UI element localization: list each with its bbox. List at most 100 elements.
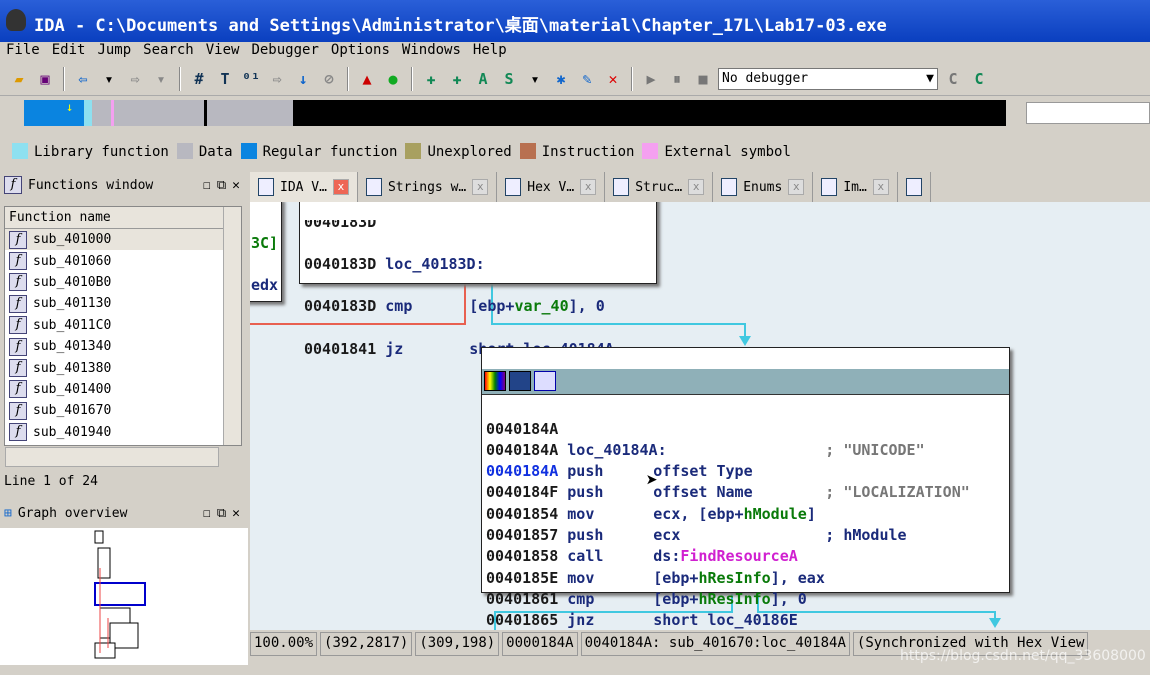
- edit-block-icon[interactable]: [509, 371, 531, 392]
- code-line[interactable]: 0040184A push offset Type: [486, 461, 1005, 482]
- code-line[interactable]: 0040184A loc_40184A:; "UNICODE": [486, 440, 1005, 461]
- tab-enums[interactable]: Enums x: [713, 172, 814, 202]
- close-icon[interactable]: x: [472, 179, 489, 195]
- make-data-icon[interactable]: ✚: [446, 68, 468, 90]
- save-icon[interactable]: ▣: [34, 68, 56, 90]
- menu-windows[interactable]: Windows: [396, 42, 467, 60]
- function-list-item[interactable]: f sub_401400: [5, 379, 241, 400]
- tab-more[interactable]: [898, 172, 931, 202]
- function-list-item[interactable]: f sub_401940: [5, 422, 241, 443]
- menu-file[interactable]: File: [0, 42, 46, 60]
- delete-icon[interactable]: ✕: [602, 68, 624, 90]
- hex-icon: [505, 178, 522, 196]
- vertical-scrollbar[interactable]: [223, 207, 241, 445]
- graph-view[interactable]: 3C] edx 0040183D 0040183D loc_40183D: 004…: [250, 202, 1150, 630]
- code-line[interactable]: 0040184F push offset Name; "LOCALIZATION": [486, 482, 1005, 503]
- function-list-item[interactable]: f sub_401060: [5, 250, 241, 271]
- graph-overview-canvas[interactable]: [0, 528, 248, 665]
- stop-icon[interactable]: ■: [692, 68, 714, 90]
- column-header-function-name[interactable]: Function name: [5, 207, 241, 229]
- run-to-icon[interactable]: C: [968, 68, 990, 90]
- code-line: 0040183D loc_40183D:: [304, 254, 485, 273]
- edit-icon[interactable]: ✎: [576, 68, 598, 90]
- close-icon[interactable]: x: [688, 179, 705, 195]
- close-icon[interactable]: ✕: [232, 178, 240, 193]
- menu-debugger[interactable]: Debugger: [245, 42, 324, 60]
- make-code-icon[interactable]: ✚: [420, 68, 442, 90]
- string-dropdown-icon[interactable]: ▾: [524, 68, 546, 90]
- close-icon[interactable]: x: [872, 179, 889, 195]
- asterisk-icon[interactable]: ✱: [550, 68, 572, 90]
- function-name: sub_4011C0: [33, 317, 112, 333]
- menu-help[interactable]: Help: [467, 42, 513, 60]
- code-line[interactable]: 00401857 push ecx; hModule: [486, 525, 1005, 546]
- function-list-item[interactable]: f sub_401670: [5, 400, 241, 421]
- pause-icon[interactable]: ⏸: [666, 68, 688, 90]
- back-icon[interactable]: ⇦: [72, 68, 94, 90]
- restore-icon[interactable]: ☐: [203, 178, 211, 193]
- menu-options[interactable]: Options: [325, 42, 396, 60]
- code-line[interactable]: 00401854 mov ecx, [ebp+hModule]: [486, 504, 1005, 525]
- function-list-item[interactable]: f sub_4011C0: [5, 315, 241, 336]
- debugger-select[interactable]: No debugger ▼: [718, 67, 938, 90]
- open-icon[interactable]: ▰: [8, 68, 30, 90]
- float-icon[interactable]: ⧉: [217, 506, 226, 521]
- search-binary-icon[interactable]: #: [188, 68, 210, 90]
- color-palette-icon[interactable]: [484, 371, 506, 392]
- close-icon[interactable]: x: [332, 179, 349, 195]
- group-nodes-icon[interactable]: [534, 371, 556, 392]
- search-next-icon[interactable]: ⇨: [266, 68, 288, 90]
- make-ascii-icon[interactable]: A: [472, 68, 494, 90]
- attach-icon[interactable]: C: [942, 68, 964, 90]
- tab-imports[interactable]: Im… x: [813, 172, 898, 202]
- left-block[interactable]: 3C] edx: [250, 202, 282, 302]
- run-icon[interactable]: ▶: [640, 68, 662, 90]
- code-line[interactable]: 00401861 cmp [ebp+hResInfo], 0: [486, 589, 1005, 610]
- function-list-item[interactable]: f sub_401000: [5, 229, 241, 251]
- function-icon: f: [9, 337, 27, 356]
- function-list-item[interactable]: f sub_4010B0: [5, 272, 241, 293]
- tab-hex-view[interactable]: Hex V… x: [497, 172, 606, 202]
- function-list-item[interactable]: f sub_401340: [5, 336, 241, 357]
- forward-icon[interactable]: ⇨: [124, 68, 146, 90]
- zoom-level: 100.00%: [250, 632, 318, 656]
- close-icon[interactable]: ✕: [232, 506, 240, 521]
- jump-down-icon[interactable]: ↓: [292, 68, 314, 90]
- code-block-loc-40183d[interactable]: 0040183D 0040183D loc_40183D: 0040183D c…: [299, 202, 657, 358]
- code-line[interactable]: 0040184A: [486, 419, 1005, 440]
- search-immediate-icon[interactable]: ⁰¹: [240, 68, 262, 90]
- code-line[interactable]: 00401858 call ds:FindResourceA: [486, 546, 1005, 567]
- code-block-loc-40184a[interactable]: 0040184A 0040184A loc_40184A:; "UNICODE"…: [481, 347, 1010, 629]
- restore-icon[interactable]: ☐: [203, 506, 211, 521]
- navigation-band[interactable]: ↓: [24, 100, 1006, 126]
- menu-edit[interactable]: Edit: [46, 42, 92, 60]
- toolbar: ▰ ▣ ⇦ ▾ ⇨ ▾ # T ⁰¹ ⇨ ↓ ⊘ ▲ ● ✚ ✚ A S ▾ ✱ ✎ …: [0, 62, 1150, 96]
- function-list-item[interactable]: f sub_401380: [5, 357, 241, 378]
- green-circle-icon[interactable]: ●: [382, 68, 404, 90]
- back-dropdown-icon[interactable]: ▾: [98, 68, 120, 90]
- menu-jump[interactable]: Jump: [91, 42, 137, 60]
- warning-icon[interactable]: ▲: [356, 68, 378, 90]
- forward-dropdown-icon[interactable]: ▾: [150, 68, 172, 90]
- function-list-item[interactable]: f sub_401130: [5, 293, 241, 314]
- tab-structures[interactable]: Struc… x: [605, 172, 714, 202]
- code-line[interactable]: 00401865 jnz short loc_40186E: [486, 610, 1005, 630]
- nav-side-field[interactable]: [1026, 102, 1150, 124]
- functions-list[interactable]: Function name f sub_401000 f sub_401060 f sub…: [4, 206, 242, 467]
- code-line[interactable]: 0040185E mov [ebp+hResInfo], eax: [486, 568, 1005, 589]
- tab-ida-view[interactable]: IDA V… x: [250, 172, 358, 202]
- make-string-icon[interactable]: S: [498, 68, 520, 90]
- float-icon[interactable]: ⧉: [217, 178, 226, 193]
- search-text-icon[interactable]: T: [214, 68, 236, 90]
- mouse-cursor-icon: ➤: [646, 468, 659, 492]
- tab-bar: IDA V… x Strings w… x Hex V… x Struc… x Enum…: [250, 172, 1150, 202]
- menu-view[interactable]: View: [200, 42, 246, 60]
- close-icon[interactable]: x: [580, 179, 597, 195]
- tab-strings[interactable]: Strings w… x: [358, 172, 498, 202]
- lock-icon[interactable]: ⊘: [318, 68, 340, 90]
- function-name: sub_401940: [33, 424, 112, 440]
- close-icon[interactable]: x: [788, 179, 805, 195]
- horizontal-scrollbar[interactable]: [5, 447, 219, 467]
- graph-thumbnail: [94, 530, 146, 659]
- menu-search[interactable]: Search: [137, 42, 200, 60]
